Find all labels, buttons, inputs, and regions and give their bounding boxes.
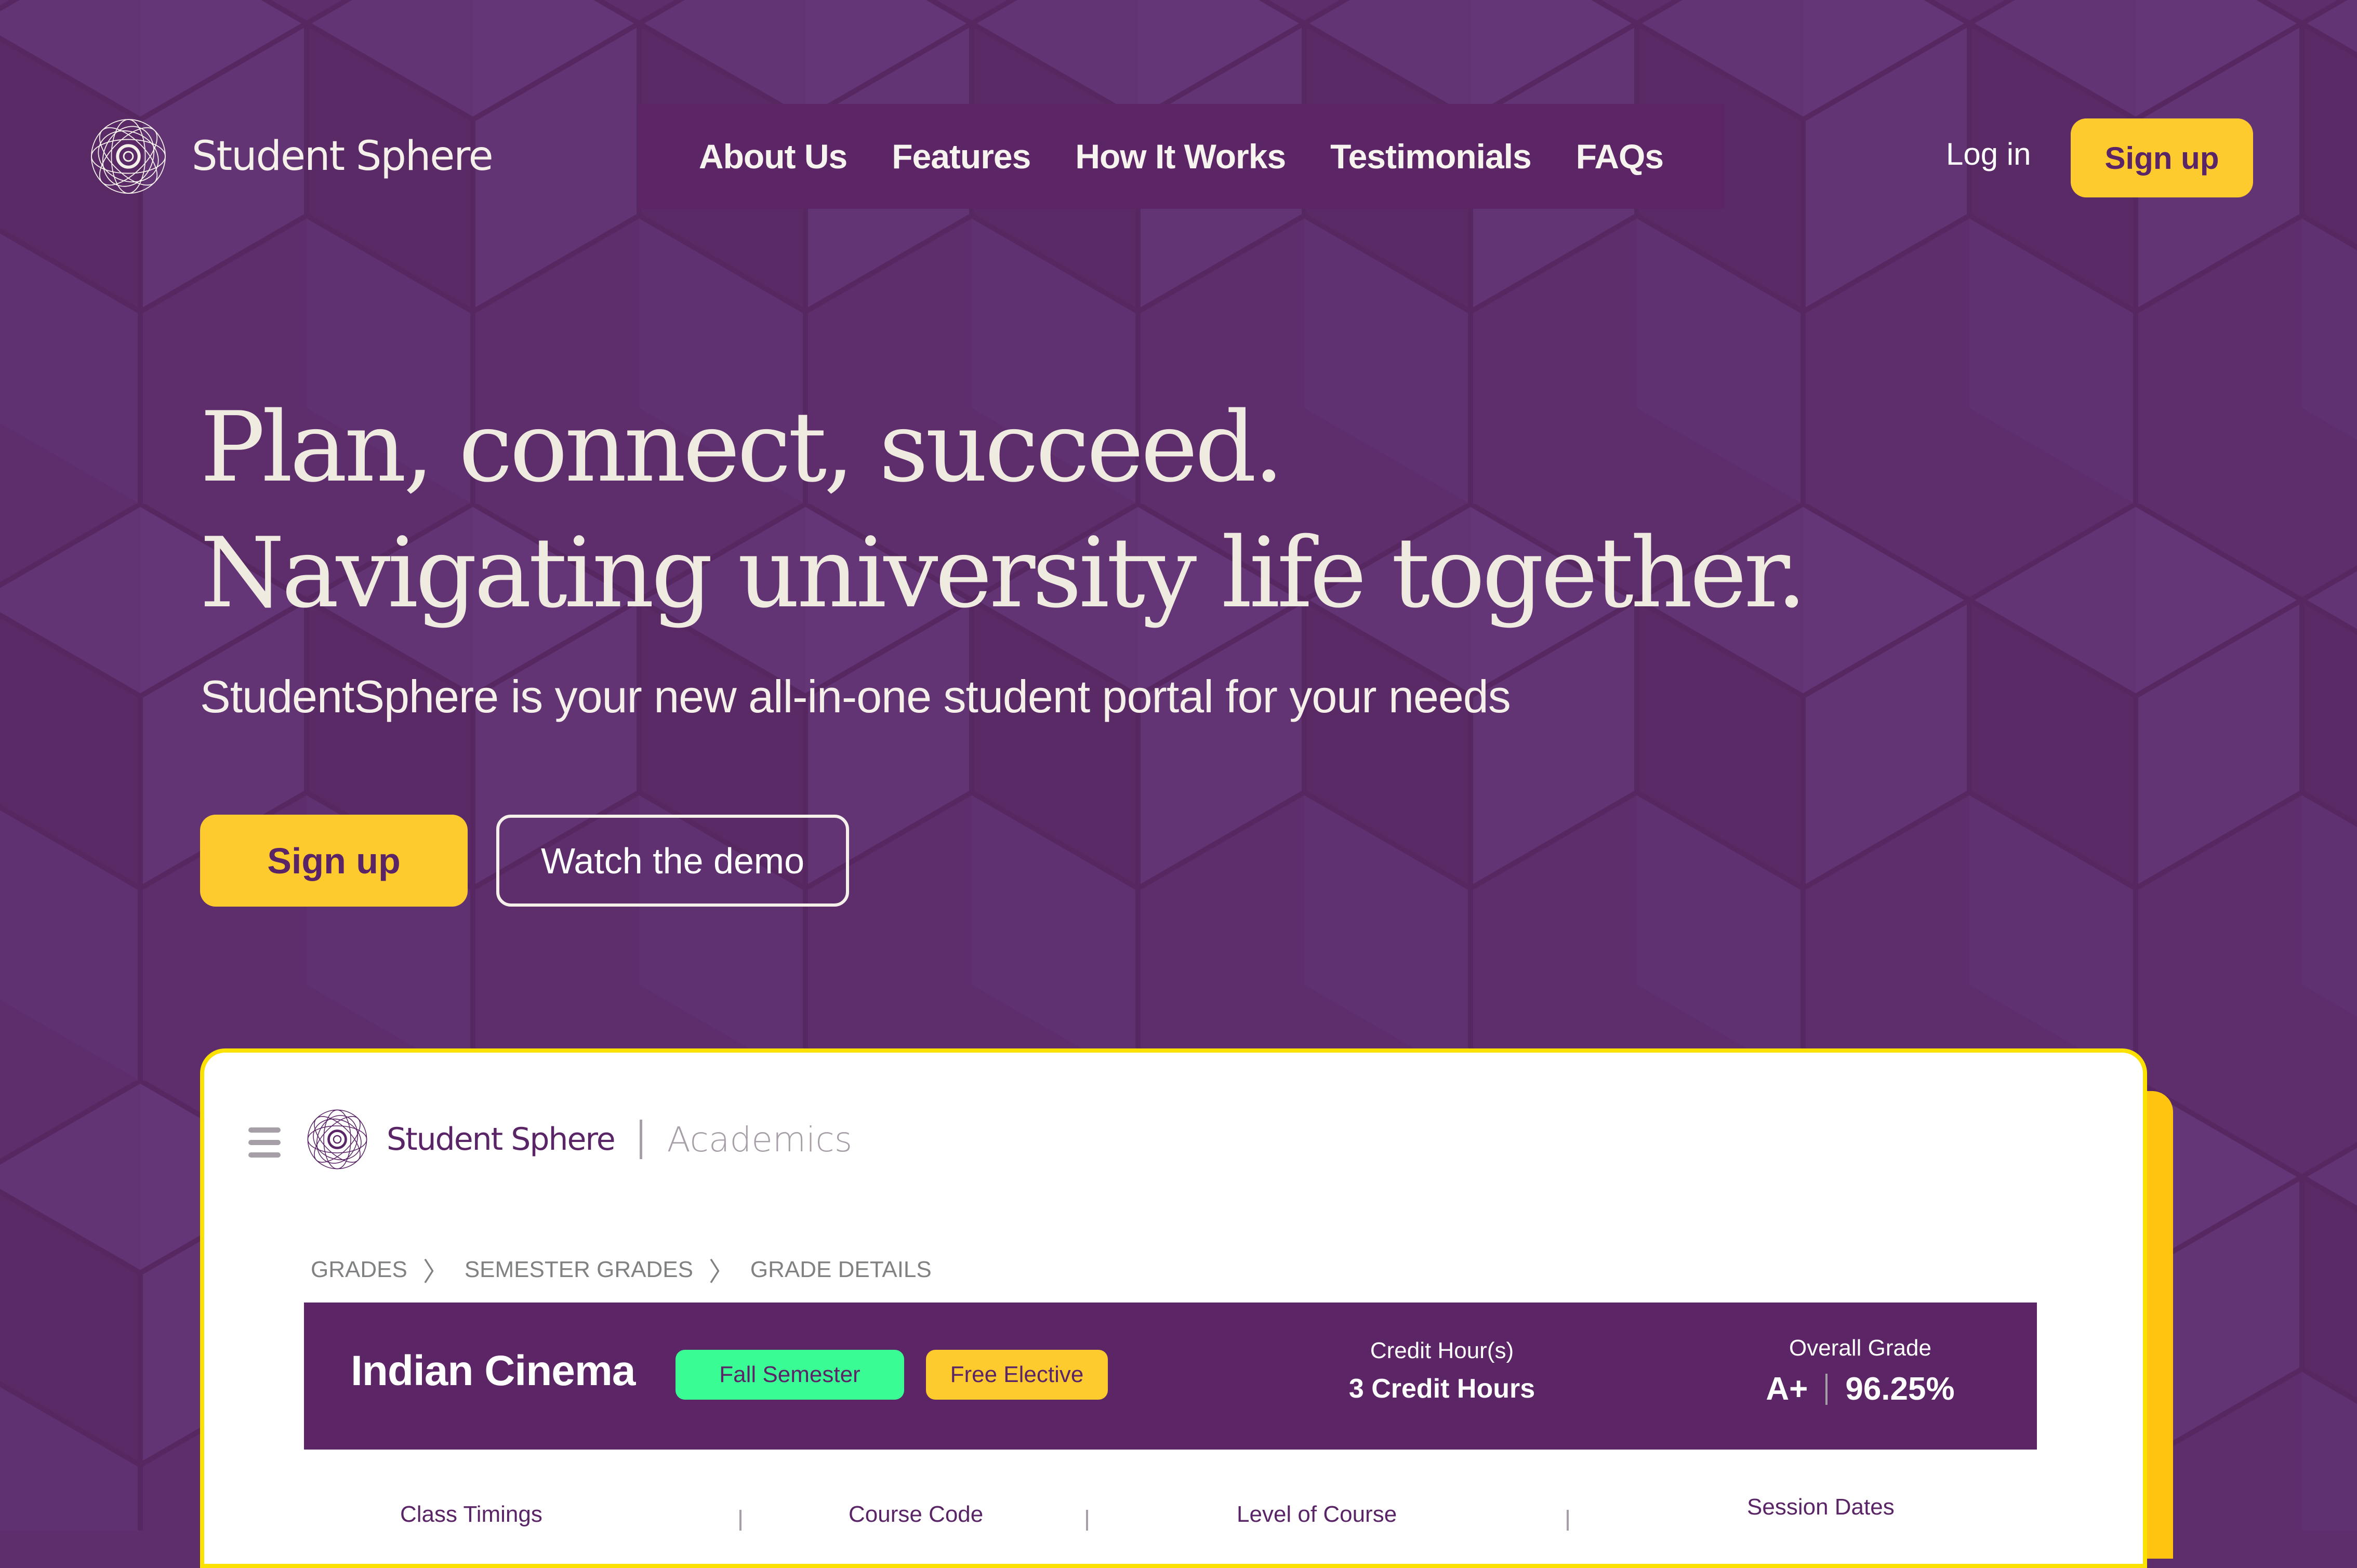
watch-demo-button[interactable]: Watch the demo: [496, 815, 849, 907]
header-signup-button[interactable]: Sign up: [2071, 118, 2253, 197]
grade-percent: 96.25%: [1845, 1371, 1955, 1407]
hero-headline-line2: Navigating university life together.: [200, 516, 1807, 629]
hamburger-menu-icon[interactable]: [248, 1127, 281, 1165]
hero-subtitle: StudentSphere is your new all-in-one stu…: [200, 671, 1511, 722]
info-level-of-course: Level of Course: [1237, 1501, 1397, 1527]
header-divider: [639, 1120, 642, 1159]
info-divider: [1567, 1510, 1569, 1531]
main-nav: About Us Features How It Works Testimoni…: [638, 104, 1724, 209]
preview-header: Student Sphere Academics: [307, 1109, 852, 1170]
breadcrumb-grades[interactable]: GRADES: [311, 1257, 407, 1283]
preview-section-title: Academics: [667, 1119, 853, 1160]
info-class-timings: Class Timings: [400, 1501, 542, 1527]
hero-headline: Plan, connect, succeed. Navigating unive…: [200, 384, 1807, 636]
info-divider: [1086, 1510, 1088, 1531]
info-course-code: Course Code: [849, 1501, 984, 1527]
nav-testimonials[interactable]: Testimonials: [1330, 137, 1532, 176]
overall-grade-stat: Overall Grade A+ 96.25%: [1756, 1335, 1964, 1407]
nav-about-us[interactable]: About Us: [699, 137, 848, 176]
chevron-right-icon: 〉: [422, 1257, 449, 1286]
credit-hours-label: Credit Hour(s): [1370, 1338, 1514, 1363]
preview-brand-name: Student Sphere: [387, 1121, 616, 1158]
course-title: Indian Cinema: [351, 1347, 635, 1394]
sphere-logo-icon: [91, 119, 166, 194]
grade-divider: [1825, 1373, 1828, 1405]
brand-logo[interactable]: Student Sphere: [90, 118, 494, 195]
credit-hours-value: 3 Credit Hours: [1348, 1374, 1535, 1404]
grade-letter: A+: [1766, 1371, 1808, 1407]
sphere-logo-icon: [307, 1109, 367, 1170]
chevron-right-icon: 〉: [708, 1257, 735, 1286]
breadcrumb: GRADES 〉 SEMESTER GRADES 〉 GRADE DETAILS: [311, 1251, 932, 1288]
credit-hours-stat: Credit Hour(s) 3 Credit Hours: [1320, 1338, 1564, 1404]
nav-features[interactable]: Features: [892, 137, 1031, 176]
elective-badge: Free Elective: [926, 1350, 1108, 1400]
login-link[interactable]: Log in: [1946, 136, 2031, 172]
overall-grade-label: Overall Grade: [1789, 1335, 1931, 1361]
hero-signup-button[interactable]: Sign up: [200, 815, 468, 907]
hero-headline-line1: Plan, connect, succeed.: [200, 391, 1284, 503]
nav-faqs[interactable]: FAQs: [1576, 137, 1664, 176]
breadcrumb-semester-grades[interactable]: SEMESTER GRADES: [465, 1257, 693, 1283]
info-session-dates: Session Dates: [1747, 1494, 1895, 1520]
breadcrumb-grade-details: GRADE DETAILS: [750, 1257, 932, 1282]
info-divider: [739, 1510, 741, 1531]
brand-name: Student Sphere: [192, 133, 494, 180]
semester-badge: Fall Semester: [676, 1350, 904, 1400]
nav-how-it-works[interactable]: How It Works: [1075, 137, 1286, 176]
